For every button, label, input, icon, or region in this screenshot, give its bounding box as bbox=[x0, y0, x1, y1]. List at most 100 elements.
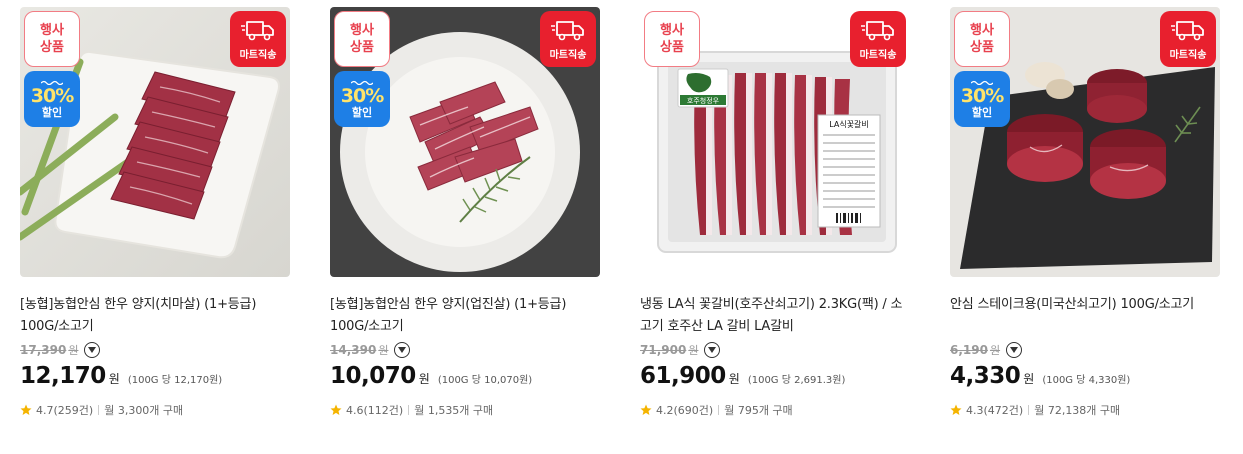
product-image[interactable]: 행사 상품 마트직송 30% 할인 bbox=[20, 7, 290, 277]
original-price: 6,190 bbox=[950, 343, 988, 357]
discount-label: 할인 bbox=[971, 105, 993, 119]
sale-price: 12,170 bbox=[20, 363, 106, 389]
mart-badge-label: 마트직송 bbox=[239, 50, 277, 61]
event-badge-line1: 행사 bbox=[40, 23, 64, 38]
sale-price: 4,330 bbox=[950, 363, 1021, 389]
star-icon bbox=[330, 404, 342, 415]
product-card[interactable]: 행사 상품 마트직송 30% 할인 [농협]농협안심 한우 양지(업진살) (1… bbox=[330, 7, 600, 417]
event-badge-line1: 행사 bbox=[970, 23, 994, 38]
divider bbox=[98, 405, 100, 415]
mart-badge-label: 마트직송 bbox=[549, 50, 587, 61]
review-row: 4.7(259건) 월 3,300개 구매 bbox=[20, 403, 290, 417]
discount-label: 할인 bbox=[41, 105, 63, 119]
monthly-purchases: 월 1,535개 구매 bbox=[414, 404, 494, 417]
monthly-purchases: 월 795개 구매 bbox=[724, 404, 793, 417]
package-brand: 호주청정우 bbox=[687, 96, 720, 105]
chevron-down-icon bbox=[398, 347, 407, 353]
discount-badge: 30% 할인 bbox=[24, 71, 80, 127]
discount-badge: 30% 할인 bbox=[334, 71, 390, 127]
star-icon bbox=[950, 404, 962, 415]
sale-price: 10,070 bbox=[330, 363, 416, 389]
event-badge-line1: 행사 bbox=[660, 23, 684, 38]
product-grid: 행사 상품 마트직송 30% 할인 [농협]농협안심 한우 양지(치마살) (1… bbox=[0, 0, 1243, 454]
monthly-purchases: 월 72,138개 구매 bbox=[1034, 404, 1121, 417]
rating: 4.6(112건) bbox=[346, 404, 404, 417]
price-detail-toggle[interactable] bbox=[1006, 342, 1023, 358]
product-card[interactable]: 호주청정우 LA식꽃갈비 행사 상품 마트직송 냉동 LA식 꽃갈비(호주산쇠고… bbox=[640, 7, 910, 417]
discount-label: 할인 bbox=[351, 105, 373, 119]
product-title[interactable]: [농협]농협안심 한우 양지(업진살) (1+등급) 100G/소고기 bbox=[330, 294, 600, 338]
original-price-row: 6,190 원 bbox=[950, 341, 1220, 359]
rating: 4.3(472건) bbox=[966, 404, 1024, 417]
package-label: LA식꽃갈비 bbox=[829, 120, 869, 129]
chevron-down-icon bbox=[708, 347, 717, 353]
chevron-down-icon bbox=[1010, 347, 1019, 353]
mart-delivery-badge: 마트직송 bbox=[1160, 11, 1216, 67]
product-card[interactable]: 행사 상품 마트직송 30% 할인 [농협]농협안심 한우 양지(치마살) (1… bbox=[20, 7, 290, 417]
price-detail-toggle[interactable] bbox=[84, 342, 101, 358]
price-row: 4,330 원 (100G 당 4,330원) bbox=[950, 363, 1220, 391]
rating: 4.2(690건) bbox=[656, 404, 714, 417]
rating: 4.7(259건) bbox=[36, 404, 94, 417]
unit-price: (100G 당 2,691.3원) bbox=[747, 375, 846, 386]
event-badge-line2: 상품 bbox=[970, 40, 994, 55]
event-product-badge: 행사 상품 bbox=[954, 11, 1010, 67]
review-row: 4.2(690건) 월 795개 구매 bbox=[640, 403, 910, 417]
divider bbox=[1028, 405, 1030, 415]
event-product-badge: 행사 상품 bbox=[644, 11, 700, 67]
review-row: 4.6(112건) 월 1,535개 구매 bbox=[330, 403, 600, 417]
event-badge-line1: 행사 bbox=[350, 23, 374, 38]
price-currency: 원 bbox=[728, 372, 740, 386]
product-image[interactable]: 호주청정우 LA식꽃갈비 행사 상품 마트직송 bbox=[640, 7, 910, 277]
discount-percent: 30% bbox=[340, 84, 384, 107]
product-image[interactable]: 행사 상품 마트직송 30% 할인 bbox=[950, 7, 1220, 277]
product-image[interactable]: 행사 상품 마트직송 30% 할인 bbox=[330, 7, 600, 277]
price-detail-toggle[interactable] bbox=[704, 342, 721, 358]
product-title[interactable]: 냉동 LA식 꽃갈비(호주산쇠고기) 2.3KG(팩) / 소고기 호주산 LA… bbox=[640, 294, 910, 338]
price-currency: 원 bbox=[418, 372, 430, 386]
original-price: 71,900 bbox=[640, 343, 687, 357]
price-row: 61,900 원 (100G 당 2,691.3원) bbox=[640, 363, 910, 391]
product-title[interactable]: 안심 스테이크용(미국산쇠고기) 100G/소고기 bbox=[950, 294, 1220, 338]
event-badge-line2: 상품 bbox=[40, 40, 64, 55]
divider bbox=[718, 405, 720, 415]
divider bbox=[408, 405, 410, 415]
wave-icon bbox=[971, 80, 993, 85]
original-price: 17,390 bbox=[20, 343, 67, 357]
original-price-currency: 원 bbox=[688, 344, 699, 357]
discount-badge: 30% 할인 bbox=[954, 71, 1010, 127]
discount-percent: 30% bbox=[960, 84, 1004, 107]
original-price-row: 14,390 원 bbox=[330, 341, 600, 359]
original-price-currency: 원 bbox=[989, 344, 1001, 357]
original-price: 14,390 bbox=[330, 343, 377, 357]
original-price-currency: 원 bbox=[378, 344, 389, 357]
mart-badge-label: 마트직송 bbox=[859, 50, 897, 61]
wave-icon bbox=[351, 80, 373, 85]
mart-delivery-badge: 마트직송 bbox=[230, 11, 286, 67]
delivery-truck-icon bbox=[861, 21, 894, 41]
event-badge-line2: 상품 bbox=[350, 40, 374, 55]
mart-badge-label: 마트직송 bbox=[1169, 50, 1207, 61]
star-icon bbox=[640, 404, 652, 415]
discount-percent: 30% bbox=[30, 84, 74, 107]
event-product-badge: 행사 상품 bbox=[24, 11, 80, 67]
chevron-down-icon bbox=[88, 347, 97, 353]
unit-price: (100G 당 4,330원) bbox=[1042, 375, 1131, 386]
product-card[interactable]: 행사 상품 마트직송 30% 할인 안심 스테이크용(미국산쇠고기) 100G/… bbox=[950, 7, 1220, 417]
star-icon bbox=[20, 404, 32, 415]
mart-delivery-badge: 마트직송 bbox=[540, 11, 596, 67]
unit-price: (100G 당 10,070원) bbox=[437, 375, 533, 386]
original-price-currency: 원 bbox=[68, 344, 79, 357]
wave-icon bbox=[41, 80, 63, 85]
event-badge-line2: 상품 bbox=[660, 40, 684, 55]
original-price-row: 17,390 원 bbox=[20, 341, 290, 359]
original-price-row: 71,900 원 bbox=[640, 341, 910, 359]
monthly-purchases: 월 3,300개 구매 bbox=[104, 404, 184, 417]
price-currency: 원 bbox=[1023, 372, 1035, 386]
delivery-truck-icon bbox=[1171, 21, 1204, 41]
price-detail-toggle[interactable] bbox=[394, 342, 411, 358]
mart-delivery-badge: 마트직송 bbox=[850, 11, 906, 67]
unit-price: (100G 당 12,170원) bbox=[127, 375, 223, 386]
product-title[interactable]: [농협]농협안심 한우 양지(치마살) (1+등급) 100G/소고기 bbox=[20, 294, 290, 338]
event-product-badge: 행사 상품 bbox=[334, 11, 390, 67]
